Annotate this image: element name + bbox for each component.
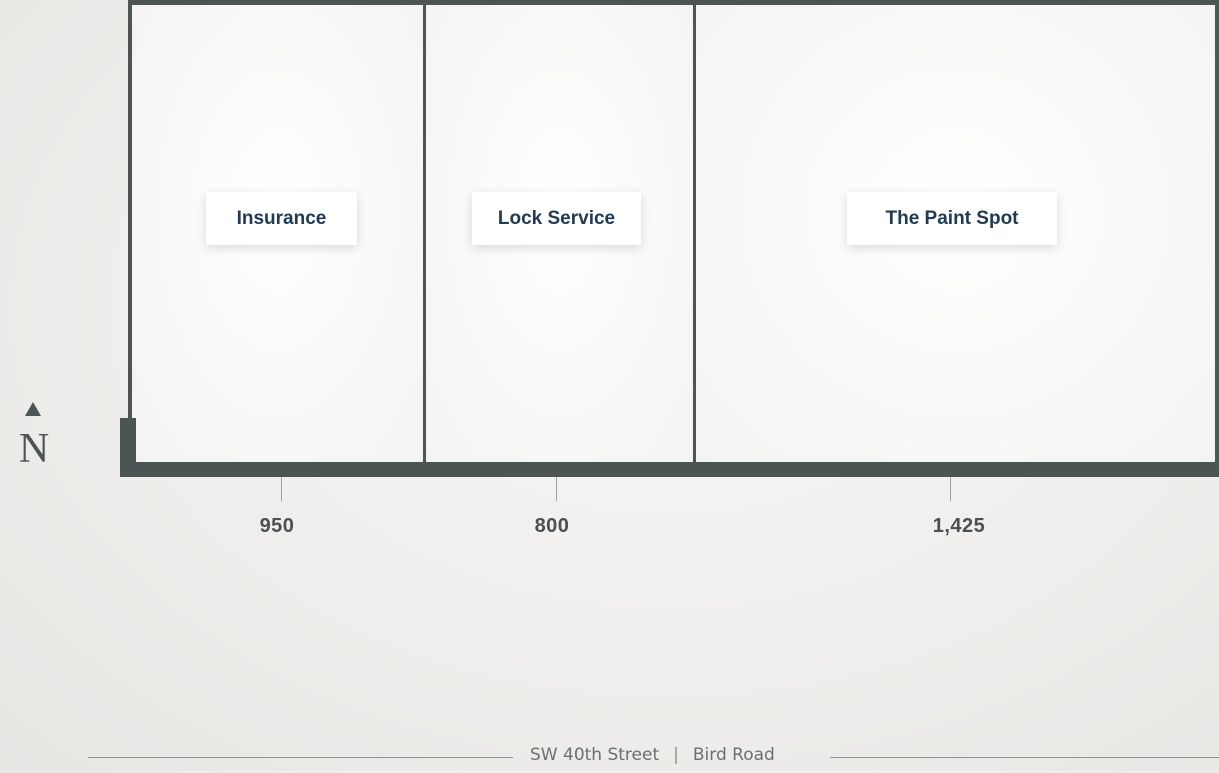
street-alt-name: Bird Road [692,745,775,765]
unit-insurance[interactable]: Insurance [128,0,424,462]
dimension-tick [950,477,951,501]
street-label-bar: SW 40th Street | Bird Road [0,745,1219,773]
north-letter: N [18,426,50,472]
street-line-left [88,757,513,758]
unit-the-paint-spot[interactable]: The Paint Spot [693,0,1219,462]
floor-plan: Insurance Lock Service The Paint Spot [128,0,1219,462]
north-compass: N [14,402,54,486]
corner-wall-post [120,418,136,468]
street-primary-name: SW 40th Street [530,745,660,765]
tenant-label: Insurance [206,192,357,245]
unit-lock-service[interactable]: Lock Service [423,0,694,462]
dimension-tick [556,477,557,501]
unit-size-label: 950 [259,515,295,537]
unit-size-label: 1,425 [932,515,986,537]
tenant-label: The Paint Spot [847,192,1057,245]
storefront-wall [120,462,1219,477]
street-separator: | [673,745,679,765]
north-arrow-icon [25,402,41,416]
street-line-right [830,757,1219,758]
unit-size-label: 800 [534,515,570,537]
tenant-label: Lock Service [472,192,641,245]
dimension-tick [281,477,282,501]
street-name: SW 40th Street | Bird Road [530,745,775,765]
